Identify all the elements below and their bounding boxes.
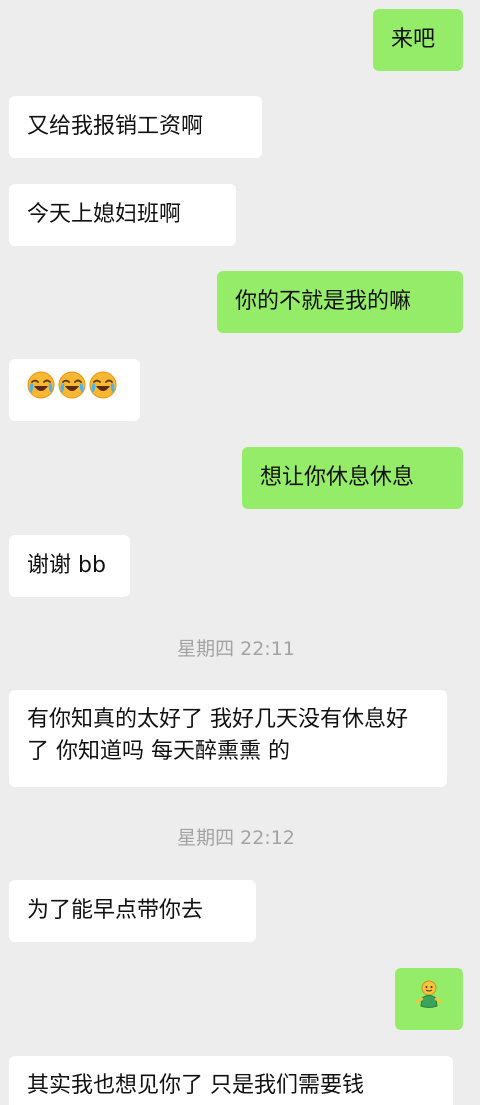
message-bubble-incoming[interactable]: 又给我报销工资啊 [9, 96, 262, 158]
message-bubble-incoming[interactable]: 有你知真的太好了 我好几天没有休息好了 你知道吗 每天醉熏熏 的 [9, 690, 447, 787]
message-bubble-outgoing[interactable]: 你的不就是我的嘛 [217, 271, 463, 333]
chat-message-list[interactable]: 来吧 又给我报销工资啊 今天上媳妇班啊 你的不就是我的嘛 想让你休息休息 谢谢 … [0, 0, 480, 1105]
message-text: 来吧 [391, 27, 436, 52]
green-figure-sticker-icon [413, 978, 445, 1020]
message-text: 今天上媳妇班啊 [27, 202, 182, 227]
message-bubble-outgoing[interactable]: 来吧 [373, 9, 463, 71]
crying-laughing-face-icon [58, 371, 86, 409]
message-text: 其实我也想见你了 只是我们需要钱 [27, 1073, 364, 1098]
message-text: 又给我报销工资啊 [27, 114, 204, 139]
message-text: 你的不就是我的嘛 [235, 289, 412, 314]
message-bubble-incoming[interactable]: 谢谢 bb [9, 535, 130, 597]
crying-laughing-face-icon [27, 371, 55, 409]
message-bubble-incoming[interactable] [9, 359, 140, 421]
message-text: 有你知真的太好了 我好几天没有休息好了 你知道吗 每天醉熏熏 的 [27, 707, 408, 764]
message-text: 想让你休息休息 [260, 465, 415, 490]
crying-laughing-face-icon [89, 371, 117, 409]
timestamp: 星期四 22:11 [177, 638, 295, 660]
message-bubble-incoming[interactable]: 今天上媳妇班啊 [9, 184, 236, 246]
timestamp: 星期四 22:12 [177, 827, 295, 849]
message-bubble-outgoing[interactable]: 想让你休息休息 [242, 447, 463, 509]
message-bubble-incoming[interactable]: 其实我也想见你了 只是我们需要钱 [9, 1056, 453, 1105]
message-bubble-outgoing[interactable] [395, 968, 463, 1030]
message-bubble-incoming[interactable]: 为了能早点带你去 [9, 880, 256, 942]
message-text: 为了能早点带你去 [27, 898, 204, 923]
message-text: 谢谢 bb [27, 553, 106, 578]
